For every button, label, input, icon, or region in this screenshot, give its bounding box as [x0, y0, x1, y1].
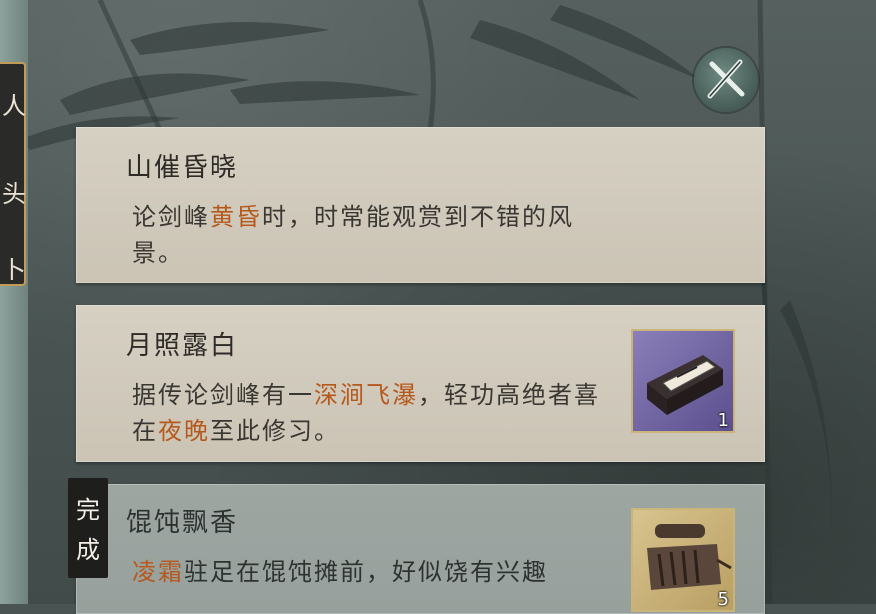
side-tab-glyph: 人	[2, 92, 26, 120]
highlighted-keyword: 黄昏	[210, 203, 262, 231]
highlighted-keyword: 深涧飞瀑	[314, 381, 418, 409]
side-tab-glyph: 卜	[2, 256, 26, 284]
quest-card[interactable]: 山催昏晓 论剑峰黄昏时，时常能观赏到不错的风景。	[76, 127, 765, 283]
reward-item-slot[interactable]: 1	[631, 329, 735, 433]
quest-title: 月照露白	[126, 331, 239, 361]
quest-title: 馄饨飘香	[126, 508, 239, 538]
description-text: 据传论剑峰有一	[132, 381, 314, 409]
reward-item-slot[interactable]: 5	[631, 508, 735, 612]
item-count: 1	[717, 410, 729, 431]
completed-badge: 完 成	[68, 478, 108, 578]
quest-description: 论剑峰黄昏时，时常能观赏到不错的风景。	[132, 199, 602, 271]
highlighted-keyword: 凌霜	[132, 558, 184, 586]
completed-badge-char: 完	[76, 496, 100, 524]
quest-description: 据传论剑峰有一深涧飞瀑，轻功高绝者喜在夜晚至此修习。	[132, 377, 602, 449]
quest-card[interactable]: 馄饨飘香 凌霜驻足在馄饨摊前，好似饶有兴趣 5	[76, 484, 765, 614]
description-text: 驻足在馄饨摊前，好似饶有兴趣	[184, 558, 548, 586]
side-tab[interactable]: 人 头 卜	[0, 62, 26, 286]
highlighted-keyword: 夜晚	[158, 417, 210, 445]
side-tab-glyph: 头	[2, 180, 26, 208]
quest-title: 山催昏晓	[126, 153, 239, 183]
close-x-icon	[707, 59, 745, 99]
description-text: 论剑峰	[132, 203, 210, 231]
description-text: 至此修习。	[210, 417, 340, 445]
item-count: 5	[717, 589, 729, 610]
completed-badge-char: 成	[76, 536, 100, 564]
close-button[interactable]	[694, 48, 758, 112]
quest-description: 凌霜驻足在馄饨摊前，好似饶有兴趣	[132, 554, 602, 590]
quest-card[interactable]: 月照露白 据传论剑峰有一深涧飞瀑，轻功高绝者喜在夜晚至此修习。 1	[76, 305, 765, 462]
